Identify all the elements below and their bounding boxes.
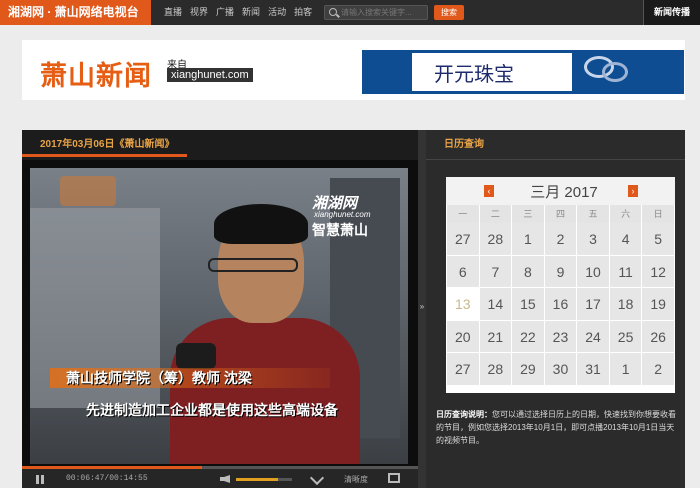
nav-item[interactable]: 广播 xyxy=(216,7,234,17)
calendar-panel: 日历查询 ‹ 三月 2017 › 一二三四五六日 27 28 1 2 3 4 5 6 7 8 9 10 1… xyxy=(426,130,685,488)
nav-item[interactable]: 新闻 xyxy=(242,7,260,17)
calendar-day[interactable]: 11 xyxy=(609,255,643,288)
weekday-header: 一 xyxy=(447,205,480,223)
video-player[interactable]: 湘湖网 xianghunet.com 智慧萧山 萧山技师学院（筹）教师 沈梁 先… xyxy=(22,160,418,488)
calendar-day[interactable]: 28 xyxy=(479,353,513,386)
calendar-grid: 一二三四五六日 27 28 1 2 3 4 5 6 7 8 9 10 11 12 13 14 15 16 17 18 19… xyxy=(447,205,675,386)
progress-fill xyxy=(22,466,203,469)
calendar-day[interactable]: 25 xyxy=(609,320,643,353)
calendar-day[interactable]: 9 xyxy=(544,255,578,288)
calendar-day[interactable]: 23 xyxy=(544,320,578,353)
calendar-day[interactable]: 13 xyxy=(447,288,480,321)
calendar-note-label: 日历查询说明： xyxy=(436,410,492,419)
weekday-header: 五 xyxy=(577,205,610,223)
search-icon xyxy=(329,8,337,16)
header-banner: 萧山新闻 来自 xianghunet.com 开元珠宝 xyxy=(22,40,685,100)
calendar-day[interactable]: 28 xyxy=(479,223,513,256)
ring-icon xyxy=(602,62,628,82)
calendar-day[interactable]: 21 xyxy=(479,320,513,353)
calendar-note: 日历查询说明：您可以通过选择日历上的日期，快速找到你想要收看的节目，例如您选择2… xyxy=(436,408,682,447)
time-display: 00:06:47/00:14:55 xyxy=(66,474,148,483)
calendar-day[interactable]: 16 xyxy=(544,288,578,321)
calendar-day[interactable]: 4 xyxy=(609,223,643,256)
calendar-day[interactable]: 1 xyxy=(609,353,643,386)
main-panel: 2017年03月06日《萧山新闻》 湘湖网 xianghunet.com 智慧萧… xyxy=(22,130,685,488)
weekday-header: 二 xyxy=(479,205,513,223)
calendar-day[interactable]: 8 xyxy=(512,255,545,288)
calendar-day[interactable]: 29 xyxy=(512,353,545,386)
caption-speaker: 萧山技师学院（筹）教师 沈梁 xyxy=(66,370,252,386)
calendar-day[interactable]: 26 xyxy=(642,320,675,353)
watermark-url: xianghunet.com xyxy=(314,210,371,219)
weekday-header: 六 xyxy=(609,205,643,223)
search-box[interactable] xyxy=(324,5,428,20)
pause-icon[interactable] xyxy=(36,475,44,484)
channel-logo-icon xyxy=(60,176,116,206)
nav-item[interactable]: 活动 xyxy=(268,7,286,17)
calendar-day[interactable]: 27 xyxy=(447,223,480,256)
calendar-day[interactable]: 30 xyxy=(544,353,578,386)
calendar-day[interactable]: 12 xyxy=(642,255,675,288)
player-controls: 00:06:47/00:14:55 清晰度 xyxy=(22,466,418,488)
calendar-day[interactable]: 2 xyxy=(642,353,675,386)
calendar-day[interactable]: 24 xyxy=(577,320,610,353)
weekday-header: 日 xyxy=(642,205,675,223)
calendar-day[interactable]: 18 xyxy=(609,288,643,321)
calendar-header: ‹ 三月 2017 › xyxy=(446,177,675,205)
volume-slider[interactable] xyxy=(236,478,292,481)
calendar-day[interactable]: 7 xyxy=(479,255,513,288)
calendar-day[interactable]: 31 xyxy=(577,353,610,386)
weekday-header: 四 xyxy=(544,205,578,223)
calendar-day[interactable]: 15 xyxy=(512,288,545,321)
calendar-day[interactable]: 22 xyxy=(512,320,545,353)
calendar-day[interactable]: 2 xyxy=(544,223,578,256)
top-nav-bar: 湘湖网 · 萧山网络电视台 直播视界广播新闻活动拍客 搜索 新闻传播 xyxy=(0,0,700,25)
share-icon[interactable] xyxy=(309,470,325,486)
clarity-button[interactable]: 清晰度 xyxy=(344,474,368,485)
calendar-day[interactable]: 27 xyxy=(447,353,480,386)
site-brand[interactable]: 湘湖网 · 萧山网络电视台 xyxy=(0,0,151,25)
prev-month-button[interactable]: ‹ xyxy=(484,185,494,197)
caption-subtitle: 先进制造加工企业都是使用这些高端设备 xyxy=(86,402,338,418)
nav-item[interactable]: 视界 xyxy=(190,7,208,17)
nav-item[interactable]: 直播 xyxy=(164,7,182,17)
search-input[interactable] xyxy=(341,6,427,19)
calendar-day[interactable]: 6 xyxy=(447,255,480,288)
fullscreen-icon[interactable] xyxy=(388,473,400,483)
main-nav: 直播 视界 广播 新闻 活动 拍客 xyxy=(164,0,320,25)
progress-bar[interactable] xyxy=(22,466,418,469)
calendar-month: 三月 2017 xyxy=(530,184,598,201)
calendar-day[interactable]: 14 xyxy=(479,288,513,321)
next-month-button[interactable]: › xyxy=(628,185,638,197)
watermark-sub: 智慧萧山 xyxy=(312,222,368,238)
calendar-day[interactable]: 20 xyxy=(447,320,480,353)
collapse-arrow-icon[interactable]: » xyxy=(418,302,426,311)
weekday-header: 三 xyxy=(512,205,545,223)
video-title: 2017年03月06日《萧山新闻》 xyxy=(22,133,187,157)
calendar-day[interactable]: 5 xyxy=(642,223,675,256)
calendar-day[interactable]: 1 xyxy=(512,223,545,256)
calendar-day[interactable]: 19 xyxy=(642,288,675,321)
site-logo[interactable]: 萧山新闻 xyxy=(40,54,152,93)
calendar: ‹ 三月 2017 › 一二三四五六日 27 28 1 2 3 4 5 6 7 8 9 10 11 12 13… xyxy=(446,177,675,393)
video-frame[interactable]: 湘湖网 xianghunet.com 智慧萧山 萧山技师学院（筹）教师 沈梁 先… xyxy=(30,168,408,464)
nav-item[interactable]: 拍客 xyxy=(294,7,312,17)
calendar-day[interactable]: 17 xyxy=(577,288,610,321)
logo-url: xianghunet.com xyxy=(167,68,253,82)
ad-banner[interactable]: 开元珠宝 xyxy=(362,50,684,94)
microphone-icon xyxy=(176,343,216,369)
volume-icon[interactable] xyxy=(220,475,230,483)
ad-text: 开元珠宝 xyxy=(434,62,514,86)
calendar-title: 日历查询 xyxy=(426,130,685,160)
news-link[interactable]: 新闻传播 xyxy=(643,0,700,25)
search-button[interactable]: 搜索 xyxy=(434,5,464,20)
calendar-day[interactable]: 3 xyxy=(577,223,610,256)
video-header: 2017年03月06日《萧山新闻》 xyxy=(22,130,418,160)
calendar-day[interactable]: 10 xyxy=(577,255,610,288)
